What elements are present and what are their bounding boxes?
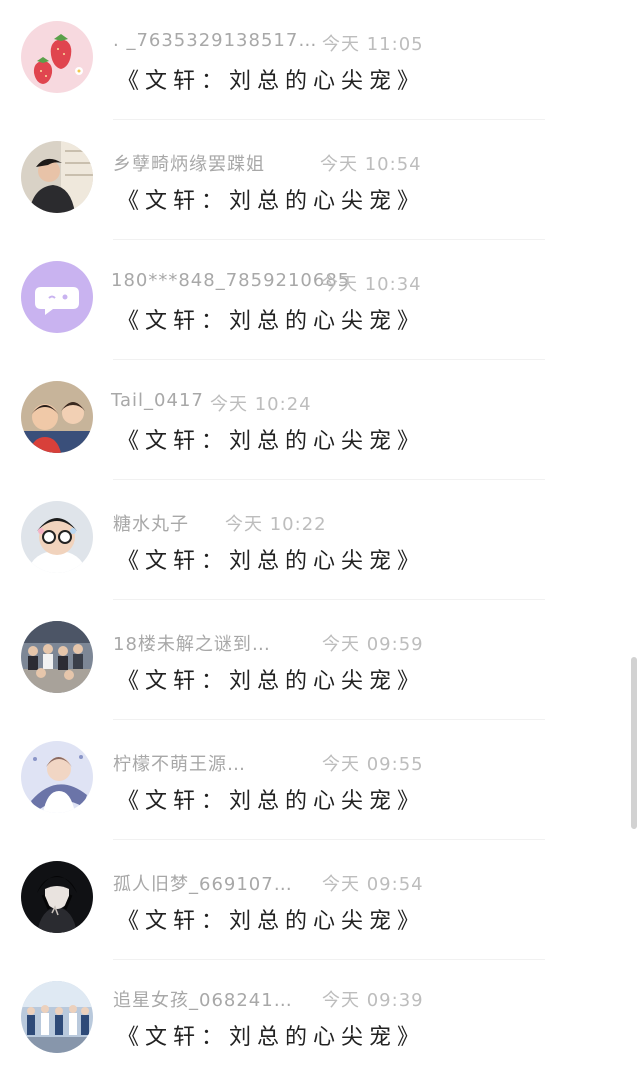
sender-name: 追星女孩_068241… xyxy=(113,990,293,1011)
anime-boy-icon xyxy=(21,861,93,933)
message-text: 《文轩：刘总的心尖宠》 xyxy=(117,189,426,214)
message-text: 《文轩：刘总的心尖宠》 xyxy=(117,909,426,934)
message-row[interactable]: . _7635329138517… 今天 11:05 《文轩：刘总的心尖宠》 xyxy=(0,0,640,120)
sender-name: 180***848_7859210685 xyxy=(111,270,351,291)
sender-name: 18楼未解之谜到… xyxy=(113,634,271,655)
message-text: 《文轩：刘总的心尖宠》 xyxy=(117,669,426,694)
idol-fan-icon xyxy=(21,741,93,813)
message-text: 《文轩：刘总的心尖宠》 xyxy=(117,789,426,814)
group-photo-icon xyxy=(21,621,93,693)
message-time: 今天 10:34 xyxy=(320,274,422,295)
message-row[interactable]: Tail_0417 今天 10:24 《文轩：刘总的心尖宠》 xyxy=(0,360,640,480)
message-row[interactable]: 18楼未解之谜到… 今天 09:59 《文轩：刘总的心尖宠》 xyxy=(0,600,640,720)
glasses-boy-icon xyxy=(21,501,93,573)
idol-fan-avatar[interactable] xyxy=(21,741,93,813)
message-text: 《文轩：刘总的心尖宠》 xyxy=(117,1025,426,1050)
message-text: 《文轩：刘总的心尖宠》 xyxy=(117,549,426,574)
message-row[interactable]: 孤人旧梦_669107… 今天 09:54 《文轩：刘总的心尖宠》 xyxy=(0,840,640,960)
sender-name: 孤人旧梦_669107… xyxy=(113,874,293,895)
message-time: 今天 09:39 xyxy=(322,990,424,1011)
strawberry-avatar[interactable] xyxy=(21,21,93,93)
message-time: 今天 09:55 xyxy=(322,754,424,775)
sender-name: . _7635329138517… xyxy=(113,30,318,51)
chat-bubble-icon xyxy=(21,261,93,333)
sender-name: 柠檬不萌王源… xyxy=(113,754,246,775)
two-kids-photo-icon xyxy=(21,381,93,453)
message-time: 今天 10:54 xyxy=(320,154,422,175)
message-time: 今天 11:05 xyxy=(322,34,424,55)
message-text: 《文轩：刘总的心尖宠》 xyxy=(117,309,426,334)
scrollbar[interactable] xyxy=(631,657,637,829)
boy-photo-avatar[interactable] xyxy=(21,141,93,213)
strawberry-icon xyxy=(21,21,93,93)
message-text: 《文轩：刘总的心尖宠》 xyxy=(117,69,426,94)
sender-name: Tail_0417 xyxy=(111,390,204,411)
stage-group-icon xyxy=(21,981,93,1053)
message-row[interactable]: 180***848_7859210685 今天 10:34 《文轩：刘总的心尖宠… xyxy=(0,240,640,360)
message-time: 今天 09:59 xyxy=(322,634,424,655)
message-row[interactable]: 糖水丸子 今天 10:22 《文轩：刘总的心尖宠》 xyxy=(0,480,640,600)
default-chat-avatar[interactable] xyxy=(21,261,93,333)
group-photo-avatar[interactable] xyxy=(21,621,93,693)
two-kids-photo-avatar[interactable] xyxy=(21,381,93,453)
message-time: 今天 10:22 xyxy=(225,514,327,535)
boy-photo-icon xyxy=(21,141,93,213)
message-time: 今天 09:54 xyxy=(322,874,424,895)
sender-name: 糖水丸子 xyxy=(113,514,189,535)
stage-group-avatar[interactable] xyxy=(21,981,93,1053)
message-text: 《文轩：刘总的心尖宠》 xyxy=(117,429,426,454)
anime-boy-avatar[interactable] xyxy=(21,861,93,933)
message-row[interactable]: 追星女孩_068241… 今天 09:39 《文轩：刘总的心尖宠》 xyxy=(0,960,640,1080)
glasses-boy-avatar[interactable] xyxy=(21,501,93,573)
sender-name: 乡孽畸炳缘罢蹀姐 xyxy=(113,154,265,175)
message-row[interactable]: 柠檬不萌王源… 今天 09:55 《文轩：刘总的心尖宠》 xyxy=(0,720,640,840)
message-row[interactable]: 乡孽畸炳缘罢蹀姐 今天 10:54 《文轩：刘总的心尖宠》 xyxy=(0,120,640,240)
message-time: 今天 10:24 xyxy=(210,394,312,415)
